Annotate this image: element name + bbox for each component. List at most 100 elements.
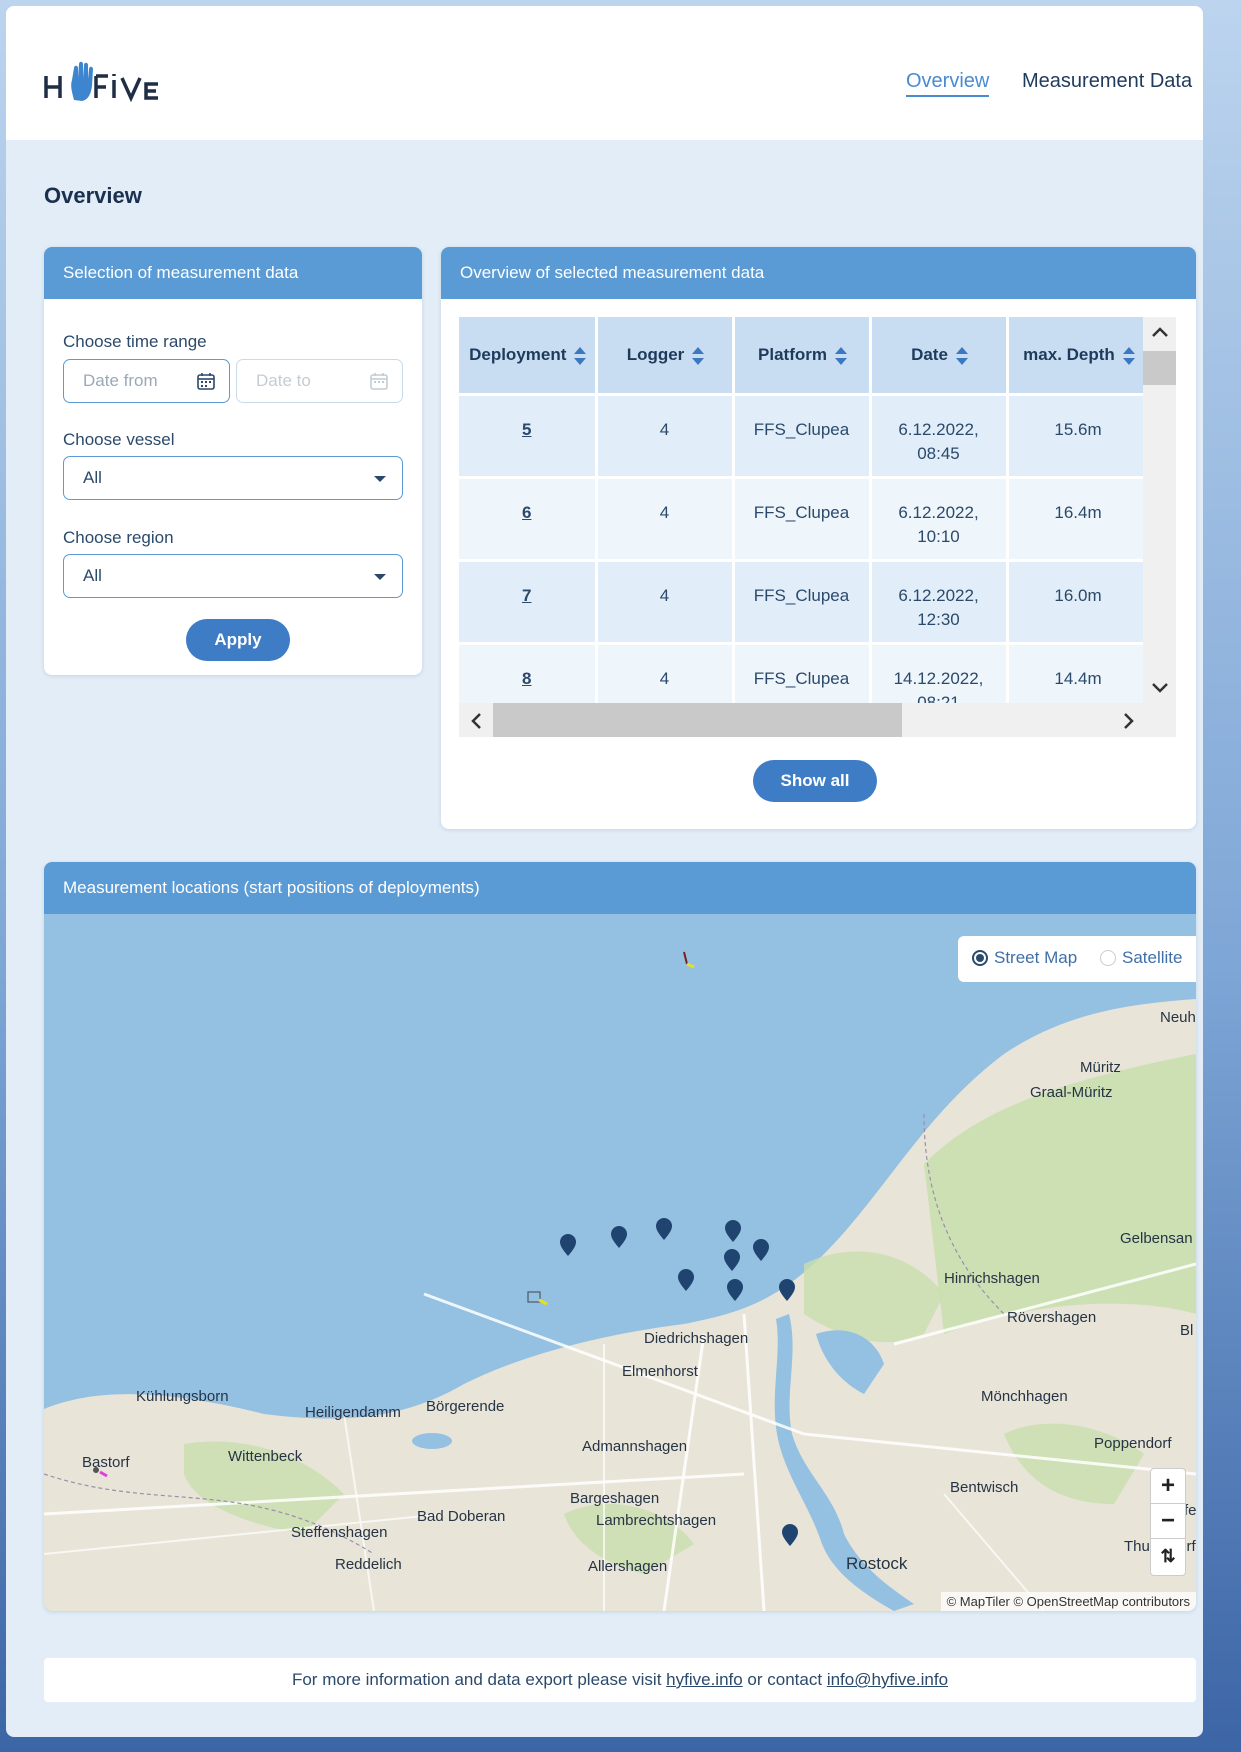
logger-cell: 4 (596, 642, 735, 703)
map-label: Admannshagen (582, 1438, 688, 1455)
date-to-input[interactable]: Date to (236, 359, 403, 403)
map-label: Elmenhorst (622, 1363, 698, 1380)
selection-card-title: Selection of measurement data (44, 247, 422, 299)
marker-icon (611, 1226, 627, 1248)
logger-cell: 4 (596, 393, 735, 478)
apply-button[interactable]: Apply (186, 619, 290, 661)
marker-icon (753, 1239, 769, 1261)
map-label: Heiligendamm (305, 1404, 401, 1421)
map-label: Wittenbeck (228, 1448, 303, 1465)
calendar-icon[interactable] (370, 372, 388, 390)
calendar-icon[interactable] (197, 372, 215, 390)
map-label: Bentwisch (950, 1479, 1019, 1496)
footer-text: For more information and data export ple… (291, 1670, 667, 1689)
footer: For more information and data export ple… (44, 1658, 1196, 1702)
sort-icon[interactable] (574, 346, 587, 365)
deployment-link[interactable]: 7 (522, 586, 531, 605)
buoy-icon (683, 951, 695, 969)
sort-icon[interactable] (834, 346, 847, 365)
reset-north-button[interactable]: ⇅ (1151, 1539, 1185, 1573)
satellite-label[interactable]: Satellite (1122, 948, 1182, 968)
vertical-scroll-thumb[interactable] (1143, 351, 1176, 385)
logger-cell: 4 (596, 559, 735, 644)
logger-cell: 4 (596, 476, 735, 561)
street-map-label[interactable]: Street Map (994, 948, 1077, 968)
date-to-placeholder: Date to (256, 371, 311, 390)
chevron-up-icon[interactable] (1151, 325, 1169, 339)
vessel-select[interactable]: All (63, 456, 403, 500)
platform-cell: FFS_Clupea (733, 559, 872, 644)
vertical-scrollbar[interactable] (1143, 317, 1176, 703)
nav-overview[interactable]: Overview (906, 70, 990, 97)
sort-icon[interactable] (955, 346, 968, 365)
deployment-link[interactable]: 6 (522, 503, 531, 522)
map-label: Kühlungsborn (136, 1388, 229, 1405)
wreck-icon (527, 1291, 548, 1306)
selection-card: Selection of measurement data Choose tim… (44, 247, 422, 675)
hyfive-link[interactable]: hyfive.info (666, 1670, 743, 1689)
date-cell: 6.12.2022, 12:30 (870, 559, 1009, 644)
map-label: Steffenshagen (291, 1524, 388, 1541)
layer-option-satellite[interactable]: Satellite (1100, 948, 1182, 968)
map-label: Allershagen (588, 1558, 668, 1575)
column-header-logger[interactable]: Logger (596, 317, 735, 395)
overview-table-card: Overview of selected measurement data De… (441, 247, 1196, 829)
map-layer-switcher: Street Map Satellite (958, 936, 1196, 982)
chevron-right-icon[interactable] (1122, 712, 1136, 730)
map-label: Lambrechtshagen (596, 1512, 717, 1529)
contact-email-link[interactable]: info@hyfive.info (827, 1670, 948, 1689)
zoom-controls: + − ⇅ (1150, 1468, 1186, 1576)
platform-cell: FFS_Clupea (733, 642, 872, 703)
platform-cell: FFS_Clupea (733, 393, 872, 478)
nav-measurement-data[interactable]: Measurement Data (1022, 70, 1192, 93)
hyfive-logo[interactable] (44, 60, 170, 106)
table-row: 5 4 FFS_Clupea 6.12.2022, 08:45 15.6m (459, 393, 1143, 478)
footer-text: or contact (742, 1670, 827, 1689)
region-select[interactable]: All (63, 554, 403, 598)
date-cell: 6.12.2022, 08:45 (870, 393, 1009, 478)
table-header-row: Deployment Logger Platform Date max. Dep… (459, 317, 1143, 395)
zoom-out-button[interactable]: − (1151, 1504, 1185, 1539)
chevron-left-icon[interactable] (469, 712, 483, 730)
map-label: Bargeshagen (570, 1490, 660, 1507)
deployment-link[interactable]: 8 (522, 669, 531, 688)
top-navigation-bar: Overview Measurement Data (6, 6, 1203, 140)
depth-cell: 15.6m (1007, 393, 1143, 478)
column-header-max-depth[interactable]: max. Depth (1007, 317, 1143, 395)
layer-option-street-map[interactable]: Street Map (972, 948, 1077, 968)
depth-cell: 16.4m (1007, 476, 1143, 561)
horizontal-scroll-thumb[interactable] (493, 703, 902, 737)
date-from-input[interactable]: Date from (63, 359, 230, 403)
zoom-in-button[interactable]: + (1151, 1469, 1185, 1504)
horizontal-scrollbar[interactable] (459, 703, 1176, 737)
deployment-link[interactable]: 5 (522, 420, 531, 439)
table-row: 7 4 FFS_Clupea 6.12.2022, 12:30 16.0m (459, 559, 1143, 644)
map-label: Gelbensan (1120, 1230, 1193, 1247)
vessel-select-value: All (83, 468, 102, 487)
show-all-button[interactable]: Show all (753, 760, 877, 802)
radio-unchecked-icon[interactable] (1100, 950, 1116, 966)
map-view[interactable]: Neuh Müritz Graal-Müritz Gelbensan Hinri… (44, 914, 1196, 1611)
sort-icon[interactable] (1122, 346, 1135, 365)
map-label: Bl (1180, 1322, 1194, 1339)
region-label: Choose region (63, 528, 174, 547)
table-row: 8 4 FFS_Clupea 14.12.2022, 08:21 14.4m (459, 642, 1143, 703)
sort-icon[interactable] (692, 346, 705, 365)
map-attribution: © MapTiler © OpenStreetMap contributors (940, 1592, 1196, 1611)
marker-icon (678, 1269, 694, 1291)
chevron-down-icon (374, 476, 386, 482)
marker-icon (724, 1249, 740, 1271)
chevron-down-icon[interactable] (1151, 681, 1169, 695)
radio-checked-icon[interactable] (972, 950, 988, 966)
column-header-date[interactable]: Date (870, 317, 1009, 395)
marker-icon (560, 1234, 576, 1256)
column-header-deployment[interactable]: Deployment (459, 317, 598, 395)
table-row: 6 4 FFS_Clupea 6.12.2022, 10:10 16.4m (459, 476, 1143, 561)
time-range-label: Choose time range (63, 332, 207, 351)
chevron-down-icon (374, 574, 386, 580)
marker-icon (656, 1218, 672, 1240)
map-card-title: Measurement locations (start positions o… (44, 862, 1196, 914)
map-label: Poppendorf (1094, 1435, 1172, 1452)
column-header-platform[interactable]: Platform (733, 317, 872, 395)
map-label: Börgerende (426, 1398, 505, 1415)
